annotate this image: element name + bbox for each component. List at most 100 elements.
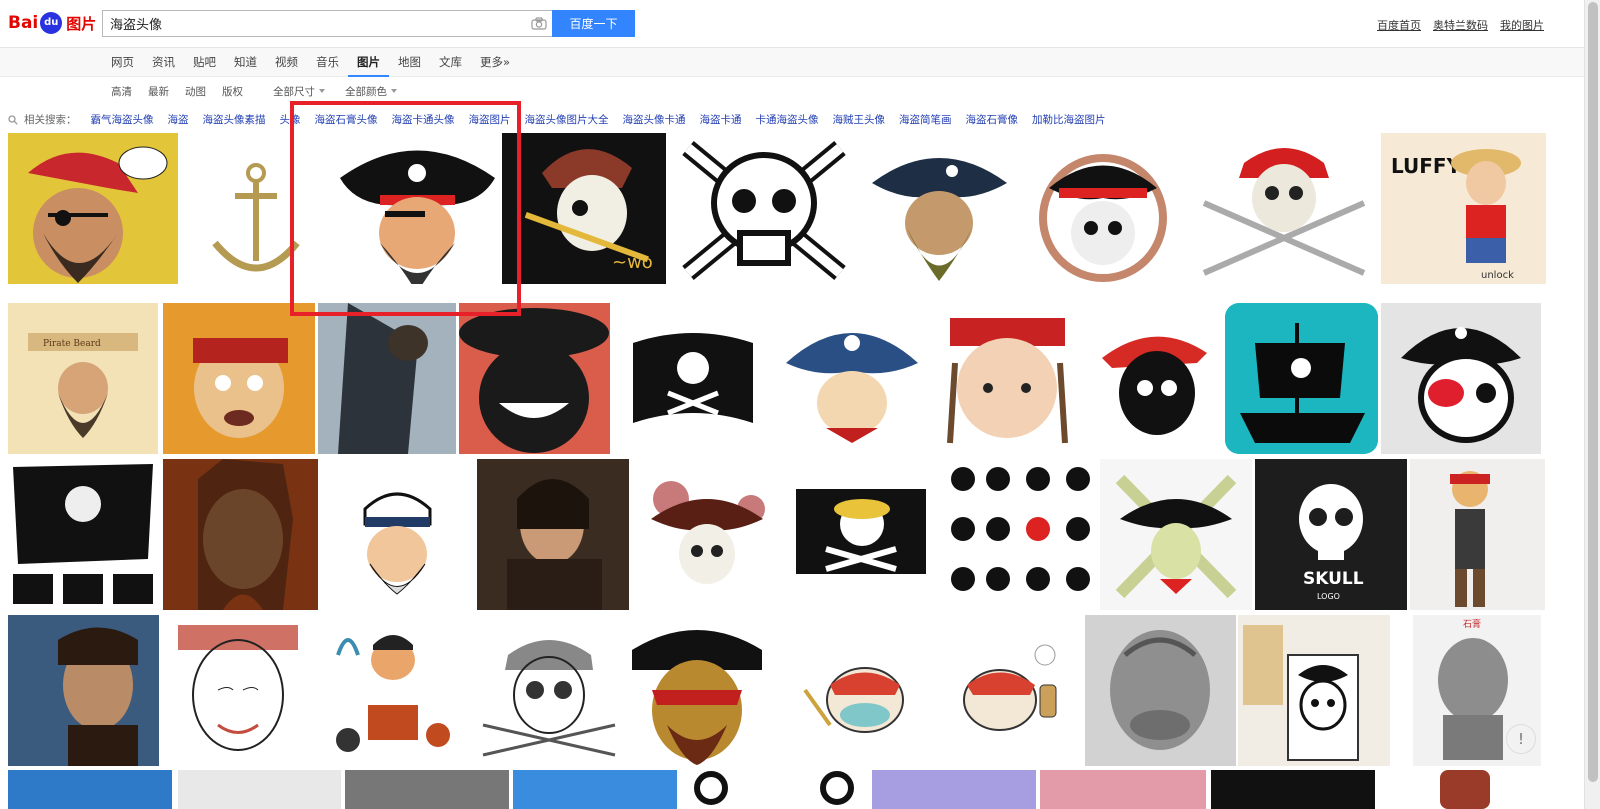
image-blue-tile[interactable] — [8, 770, 172, 809]
filter-bar: 高清 最新 动图 版权 全部尺寸 全部颜色 — [111, 84, 397, 99]
filter-hd[interactable]: 高清 — [111, 84, 132, 99]
image-brown-tile[interactable] — [1440, 770, 1490, 809]
image-skull-eyepatch[interactable] — [1381, 303, 1541, 454]
image-cat-bandana-sword[interactable] — [780, 615, 930, 766]
image-sketch-sparrow[interactable] — [163, 615, 315, 766]
filter-latest[interactable]: 最新 — [148, 84, 169, 99]
related-item[interactable]: 海盗头像素描 — [203, 112, 266, 127]
image-skull-crossbones[interactable] — [668, 133, 860, 284]
image-skull-swords-black[interactable]: ~wo — [502, 133, 666, 284]
image-pirate-parrot-knife[interactable] — [776, 303, 928, 454]
image-row: ~wo LUFFY unlock — [0, 133, 1584, 284]
image-straw-hat-flag[interactable] — [786, 459, 941, 610]
image-skull-red-bandana[interactable] — [1087, 303, 1222, 454]
image-cartoon-sparrow[interactable] — [163, 303, 315, 454]
related-label-group: 相关搜索： — [8, 112, 77, 127]
image-straw-hat-pirate[interactable] — [459, 303, 610, 454]
image-jack-sparrow-figure[interactable] — [1410, 459, 1545, 610]
tab-images[interactable]: 图片 — [348, 54, 389, 77]
image-pirate-beard-vintage[interactable]: Pirate Beard — [8, 303, 158, 454]
related-item[interactable]: 海盗石膏像 — [966, 112, 1019, 127]
image-luffy-unlock[interactable]: LUFFY unlock — [1381, 133, 1546, 284]
image-jack-sparrow-boat[interactable] — [8, 615, 159, 766]
camera-icon[interactable] — [526, 11, 552, 36]
search-icon — [8, 114, 18, 125]
svg-text:LOGO: LOGO — [1317, 592, 1340, 601]
related-item[interactable]: 海贼王头像 — [833, 112, 886, 127]
image-jack-sparrow-portrait[interactable] — [163, 459, 318, 610]
search-input[interactable] — [103, 11, 526, 36]
image-cat-bandana-bottle[interactable] — [935, 615, 1083, 766]
image-bearded-pirate[interactable] — [862, 133, 1017, 284]
image-sketch-skull-bandana[interactable] — [473, 615, 625, 766]
related-item[interactable]: 加勒比海盗图片 — [1032, 112, 1106, 127]
related-item[interactable]: 海盗头像卡通 — [623, 112, 686, 127]
image-bw-portrait[interactable] — [345, 770, 509, 809]
related-label: 相关搜索： — [24, 114, 77, 126]
tab-more[interactable]: 更多» — [471, 54, 519, 77]
feedback-icon[interactable]: ! — [1506, 724, 1536, 754]
filter-color-dropdown[interactable]: 全部颜色 — [345, 84, 397, 99]
image-black-tile[interactable] — [1211, 770, 1375, 809]
image-pirate-icon-set[interactable] — [943, 459, 1098, 610]
image-purple-tile[interactable] — [872, 770, 1036, 809]
image-pirate-face-mask[interactable] — [627, 615, 767, 766]
tab-video[interactable]: 视频 — [266, 54, 307, 77]
image-blue-sign[interactable] — [513, 770, 677, 809]
baidu-image-search-page: Bai du 图片 百度一下 百度首页 奥特兰数码 我的图片 网页 资讯 贴吧 … — [0, 0, 1600, 809]
image-row: Pirate Beard — [0, 303, 1584, 454]
image-skull-ship-wheel[interactable] — [1019, 133, 1187, 284]
related-item[interactable]: 海盗头像图片大全 — [525, 112, 609, 127]
image-row — [0, 770, 1584, 809]
image-johnny-depp[interactable] — [477, 459, 629, 610]
tab-news[interactable]: 资讯 — [143, 54, 184, 77]
logo-cn: 图片 — [66, 14, 97, 33]
tab-music[interactable]: 音乐 — [307, 54, 348, 77]
image-pirate-flag-icon[interactable] — [613, 303, 773, 454]
image-skull-hat-splatter[interactable] — [631, 459, 783, 610]
tab-map[interactable]: 地图 — [389, 54, 430, 77]
image-skull-logo[interactable]: SKULL LOGO — [1255, 459, 1407, 610]
image-skull-crossbones-green[interactable] — [1100, 459, 1252, 610]
tab-wenku[interactable]: 文库 — [430, 54, 471, 77]
image-skull-shirt[interactable] — [1238, 615, 1390, 766]
image-row: SKULL LOGO — [0, 459, 1584, 610]
image-pirate-elements[interactable] — [318, 615, 470, 766]
svg-text:Pirate Beard: Pirate Beard — [43, 339, 101, 349]
scrollbar[interactable] — [1584, 0, 1600, 809]
filter-animated[interactable]: 动图 — [185, 84, 206, 99]
related-item[interactable]: 海盗 — [168, 112, 189, 127]
highlight-box — [290, 101, 521, 316]
related-item[interactable]: 海盗卡通 — [700, 112, 742, 127]
related-item[interactable]: 霸气海盗头像 — [91, 112, 154, 127]
image-pirate-ship-teal[interactable] — [1225, 303, 1378, 454]
svg-text:石膏: 石膏 — [1463, 618, 1481, 630]
filter-size-dropdown[interactable]: 全部尺寸 — [273, 84, 325, 99]
svg-text:LUFFY: LUFFY — [1391, 154, 1462, 178]
my-images-link[interactable]: 我的图片 — [1500, 17, 1544, 33]
svg-text:~wo: ~wo — [612, 252, 653, 273]
image-skull-red-bandana-swords[interactable] — [1189, 133, 1379, 284]
tab-web[interactable]: 网页 — [111, 54, 143, 77]
image-cartoon-captain-jack[interactable] — [930, 303, 1085, 454]
image-pink-tile[interactable] — [1040, 770, 1206, 809]
image-jack-sparrow-sea[interactable] — [318, 303, 456, 454]
search-button[interactable]: 百度一下 — [552, 10, 635, 37]
filter-copyright[interactable]: 版权 — [222, 84, 243, 99]
image-sailor-captain[interactable] — [320, 459, 475, 610]
related-item[interactable]: 卡通海盗头像 — [756, 112, 819, 127]
scrollbar-thumb[interactable] — [1588, 2, 1598, 782]
tab-zhidao[interactable]: 知道 — [225, 54, 266, 77]
tab-tieba[interactable]: 贴吧 — [184, 54, 225, 77]
image-pirate-yarg-cartoon[interactable] — [8, 133, 178, 284]
related-item[interactable]: 海盗简笔画 — [899, 112, 952, 127]
paw-icon: du — [40, 12, 63, 34]
home-link[interactable]: 百度首页 — [1377, 17, 1421, 33]
related-searches: 相关搜索： 霸气海盗头像 海盗 海盗头像素描 头像 海盗石膏头像 海盗卡通头像 … — [8, 112, 1106, 127]
image-jolly-roger-flags[interactable] — [8, 459, 158, 610]
image-gray-tile[interactable] — [178, 770, 341, 809]
user-menu[interactable]: 奥特兰数码 — [1433, 17, 1488, 33]
baidu-image-logo[interactable]: Bai du 图片 — [8, 8, 96, 38]
image-bones-tile[interactable] — [681, 770, 867, 809]
image-plaster-head[interactable] — [1085, 615, 1236, 766]
